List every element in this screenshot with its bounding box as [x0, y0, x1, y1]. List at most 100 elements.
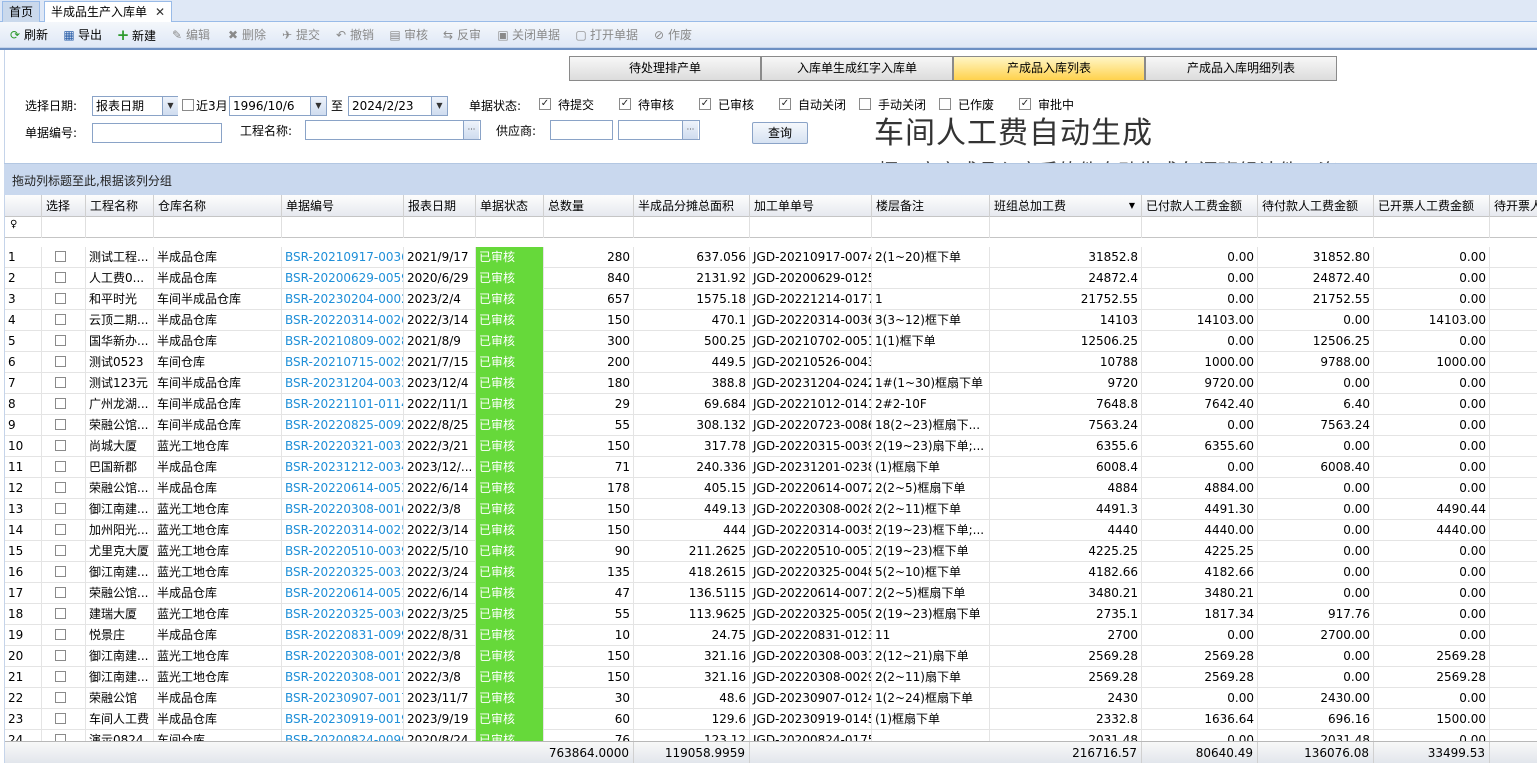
chevron-down-icon[interactable]: ▼ — [310, 97, 326, 115]
cell-docno[interactable]: BSR-20220614-0053 — [282, 478, 404, 499]
column-filter-cell[interactable] — [42, 217, 86, 238]
column-filter-cell[interactable] — [476, 217, 544, 238]
column-filter-cell[interactable] — [1142, 217, 1258, 238]
column-header[interactable]: 仓库名称 — [154, 195, 282, 217]
supplier-code-input[interactable] — [550, 120, 613, 140]
table-row[interactable]: 4 云顶二期... 半成品仓库 BSR-20220314-0026 2022/3/14 已… — [5, 310, 1537, 331]
tab-home[interactable]: 首页 — [2, 1, 41, 22]
report-tab-pending-schedule[interactable]: 待处理排产单 — [569, 56, 761, 81]
column-header[interactable]: 已开票人工费金额 — [1374, 195, 1490, 217]
cell-docno[interactable]: BSR-20220321-0031 — [282, 436, 404, 457]
table-row[interactable]: 15 尤里克大厦 蓝光工地仓库 BSR-20220510-0039 2022/5/10 已… — [5, 541, 1537, 562]
cell-docno[interactable]: BSR-20221101-0114 — [282, 394, 404, 415]
table-row[interactable]: 7 测试123元 车间半成品仓库 BSR-20231204-0033 2023/12/4… — [5, 373, 1537, 394]
cell-docno[interactable]: BSR-20220308-0019 — [282, 646, 404, 667]
report-tab-finished-list[interactable]: 产成品入库列表 — [953, 56, 1145, 81]
row-select-checkbox[interactable] — [55, 671, 66, 682]
table-row[interactable]: 19 悦景庄 半成品仓库 BSR-20220831-0099 2022/8/31 已审核 1… — [5, 625, 1537, 646]
cell-docno[interactable]: BSR-20230907-0017 — [282, 688, 404, 709]
close-doc-button[interactable]: ▣ 关闭单据 — [496, 26, 560, 44]
column-header[interactable]: 楼层备注 — [872, 195, 990, 217]
new-button[interactable]: + 新建 — [116, 26, 156, 44]
sort-desc-icon[interactable]: ▼ — [1129, 195, 1135, 217]
revoke-button[interactable]: ↶ 撤销 — [334, 26, 374, 44]
column-header[interactable]: 班组总加工费 ▼ — [990, 195, 1142, 217]
column-filter-cell[interactable] — [544, 217, 634, 238]
table-row[interactable]: 18 建瑞大厦 蓝光工地仓库 BSR-20220325-0036 2022/3/25 已审… — [5, 604, 1537, 625]
table-row[interactable]: 3 和平时光 车间半成品仓库 BSR-20230204-0002 2023/2/4 已审核… — [5, 289, 1537, 310]
unaudit-button[interactable]: ⇆ 反审 — [441, 26, 481, 44]
column-filter-cell[interactable] — [282, 217, 404, 238]
report-tab-red-inbound[interactable]: 入库单生成红字入库单 — [761, 56, 953, 81]
column-header[interactable]: 单据编号 — [282, 195, 404, 217]
submit-button[interactable]: ✈ 提交 — [280, 26, 320, 44]
column-header[interactable]: 单据状态 — [476, 195, 544, 217]
cell-docno[interactable]: BSR-20200629-0059 — [282, 268, 404, 289]
column-header[interactable]: 半成品分摊总面积 — [634, 195, 750, 217]
row-select-checkbox[interactable] — [55, 692, 66, 703]
row-select-checkbox[interactable] — [55, 293, 66, 304]
table-row[interactable]: 9 荣融公馆... 车间半成品仓库 BSR-20220825-0092 2022/8/2… — [5, 415, 1537, 436]
row-select-checkbox[interactable] — [55, 566, 66, 577]
open-doc-button[interactable]: ▢ 打开单据 — [574, 26, 638, 44]
table-row[interactable]: 20 御江南建... 蓝光工地仓库 BSR-20220308-0019 2022/3/8… — [5, 646, 1537, 667]
report-tab-finished-detail[interactable]: 产成品入库明细列表 — [1145, 56, 1337, 81]
cell-docno[interactable]: BSR-20210715-0025 — [282, 352, 404, 373]
cell-docno[interactable]: BSR-20231204-0033 — [282, 373, 404, 394]
cell-docno[interactable]: BSR-20220308-0016 — [282, 499, 404, 520]
query-button[interactable]: 查询 — [752, 122, 808, 144]
chevron-down-icon[interactable]: ▼ — [431, 97, 447, 115]
project-input[interactable] — [305, 120, 481, 140]
column-filter-cell[interactable] — [1258, 217, 1374, 238]
row-select-checkbox[interactable] — [55, 629, 66, 640]
table-row[interactable]: 6 测试0523 车间仓库 BSR-20210715-0025 2021/7/15 已审核… — [5, 352, 1537, 373]
table-row[interactable]: 17 荣融公馆... 半成品仓库 BSR-20220614-0051 2022/6/14… — [5, 583, 1537, 604]
column-header[interactable]: 总数量 — [544, 195, 634, 217]
filter-icon[interactable]: ♀ — [10, 219, 17, 230]
cell-docno[interactable]: BSR-20231212-0034 — [282, 457, 404, 478]
column-filter-cell[interactable] — [154, 217, 282, 238]
column-header[interactable]: 待开票人 — [1490, 195, 1537, 217]
column-filter-cell[interactable] — [990, 217, 1142, 238]
row-select-checkbox[interactable] — [55, 461, 66, 472]
row-select-checkbox[interactable] — [55, 482, 66, 493]
column-header[interactable]: 待付款人工费金额 — [1258, 195, 1374, 217]
column-filter-cell[interactable] — [750, 217, 872, 238]
chevron-down-icon[interactable]: ▼ — [162, 97, 178, 115]
column-header[interactable]: 选择 — [42, 195, 86, 217]
table-row[interactable]: 5 国华新办... 半成品仓库 BSR-20210809-0028 2021/8/9 已审… — [5, 331, 1537, 352]
cell-docno[interactable]: BSR-20220314-0026 — [282, 310, 404, 331]
row-select-checkbox[interactable] — [55, 272, 66, 283]
column-header[interactable] — [5, 195, 42, 217]
cell-docno[interactable]: BSR-20210917-0036 — [282, 247, 404, 268]
cell-docno[interactable]: BSR-20220831-0099 — [282, 625, 404, 646]
table-row[interactable]: 10 尚城大厦 蓝光工地仓库 BSR-20220321-0031 2022/3/21 已审… — [5, 436, 1537, 457]
row-select-checkbox[interactable] — [55, 335, 66, 346]
ellipsis-icon[interactable]: ··· — [463, 121, 479, 139]
row-select-checkbox[interactable] — [55, 713, 66, 724]
cell-docno[interactable]: BSR-20220325-0036 — [282, 604, 404, 625]
edit-button[interactable]: ✎ 编辑 — [170, 26, 210, 44]
row-select-checkbox[interactable] — [55, 251, 66, 262]
ellipsis-icon[interactable]: ··· — [682, 121, 698, 139]
export-button[interactable]: ▦ 导出 — [62, 26, 102, 44]
cell-docno[interactable]: BSR-20220825-0092 — [282, 415, 404, 436]
table-row[interactable]: 12 荣融公馆... 半成品仓库 BSR-20220614-0053 2022/6/14… — [5, 478, 1537, 499]
table-row[interactable]: 11 巴国新郡 半成品仓库 BSR-20231212-0034 2023/12/... 已… — [5, 457, 1537, 478]
cell-docno[interactable]: BSR-20220325-0033 — [282, 562, 404, 583]
row-select-checkbox[interactable] — [55, 545, 66, 556]
row-select-checkbox[interactable] — [55, 503, 66, 514]
column-filter-cell[interactable] — [1374, 217, 1490, 238]
void-button[interactable]: ⊘ 作废 — [652, 26, 692, 44]
table-row[interactable]: 23 车间人工费 半成品仓库 BSR-20230919-0019 2023/9/19 已审… — [5, 709, 1537, 730]
status-checkbox[interactable]: ✓ — [619, 98, 631, 110]
delete-button[interactable]: ✖ 删除 — [226, 26, 266, 44]
cell-docno[interactable]: BSR-20220614-0051 — [282, 583, 404, 604]
row-select-checkbox[interactable] — [55, 524, 66, 535]
table-row[interactable]: 8 广州龙湖... 车间半成品仓库 BSR-20221101-0114 2022/11/… — [5, 394, 1537, 415]
status-checkbox[interactable]: ✓ — [539, 98, 551, 110]
cell-docno[interactable]: BSR-20220510-0039 — [282, 541, 404, 562]
column-header[interactable]: 工程名称 — [86, 195, 154, 217]
table-row[interactable]: 16 御江南建... 蓝光工地仓库 BSR-20220325-0033 2022/3/2… — [5, 562, 1537, 583]
row-select-checkbox[interactable] — [55, 356, 66, 367]
